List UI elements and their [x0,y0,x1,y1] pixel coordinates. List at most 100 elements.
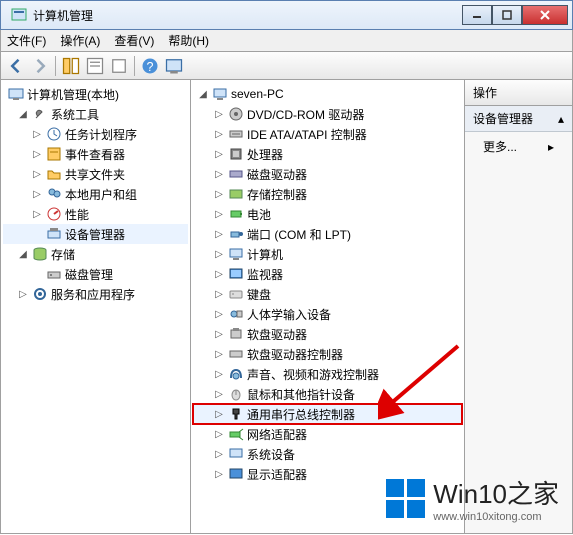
actions-subheader[interactable]: 设备管理器 ▴ [465,106,572,132]
device-label: 存储控制器 [247,186,307,203]
device-item[interactable]: ▷声音、视频和游戏控制器 [193,364,462,384]
device-icon [228,406,244,422]
device-item[interactable]: ▷磁盘驱动器 [193,164,462,184]
users-icon [46,186,62,202]
device-item[interactable]: ▷ 软盘驱动器 [193,324,462,344]
device-icon [228,346,244,362]
device-item[interactable]: ▷人体学输入设备 [193,304,462,324]
properties-button[interactable] [84,55,106,77]
device-item[interactable]: ▷ 存储控制器 [193,184,462,204]
minimize-button[interactable] [462,5,492,25]
expand-icon[interactable]: ▷ [213,129,225,140]
device-item[interactable]: ▷ 处理器 [193,144,462,164]
tree-services[interactable]: ▷ 服务和应用程序 [3,284,188,304]
expand-icon[interactable]: ▷ [31,129,43,140]
expand-icon[interactable]: ◢ [17,109,29,120]
device-icon [228,226,244,242]
maximize-button[interactable] [492,5,522,25]
device-root[interactable]: ◢ seven-PC [193,84,462,104]
device-item[interactable]: ▷键盘 [193,284,462,304]
device-item[interactable]: ▷ 软盘驱动器控制器 [193,344,462,364]
device-label: 网络适配器 [247,426,307,443]
expand-icon[interactable]: ▷ [17,289,29,300]
device-label: DVD/CD-ROM 驱动器 [247,106,364,123]
expand-icon[interactable]: ◢ [197,89,209,100]
expand-icon[interactable]: ▷ [213,349,225,360]
export-button[interactable] [108,55,130,77]
tree-disk-management[interactable]: 磁盘管理 [3,264,188,284]
tree-root[interactable]: 计算机管理(本地) [3,84,188,104]
actions-pane: 操作 设备管理器 ▴ 更多... ▸ [465,80,572,533]
expand-icon[interactable]: ▷ [213,469,225,480]
expand-icon[interactable]: ▷ [213,429,225,440]
storage-icon [32,246,48,262]
device-item[interactable]: ▷系统设备 [193,444,462,464]
device-tree-pane[interactable]: ◢ seven-PC ▷ DVD/CD-ROM 驱动器▷IDE ATA/ATAPI… [191,80,465,533]
expand-icon[interactable]: ▷ [213,209,225,220]
device-item[interactable]: ▷IDE ATA/ATAPI 控制器 [193,124,462,144]
expand-icon[interactable]: ▷ [213,249,225,260]
expand-icon[interactable]: ▷ [213,109,225,120]
refresh-button[interactable] [163,55,185,77]
expand-icon[interactable]: ▷ [213,409,225,420]
device-item[interactable]: ▷计算机 [193,244,462,264]
actions-more[interactable]: 更多... ▸ [465,132,572,161]
watermark: Win10之家 www.win10xitong.com [386,474,559,523]
separator [134,56,135,76]
tree-device-manager[interactable]: 设备管理器 [3,224,188,244]
window-buttons [462,5,568,25]
menu-help[interactable]: 帮助(H) [168,32,209,49]
expand-icon[interactable]: ▷ [213,449,225,460]
expand-icon[interactable]: ▷ [213,149,225,160]
device-item[interactable]: ▷监视器 [193,264,462,284]
tree-task-scheduler[interactable]: ▷ 任务计划程序 [3,124,188,144]
computer-icon [212,86,228,102]
tree-storage[interactable]: ◢ 存储 [3,244,188,264]
toolbar: ? [0,52,573,80]
expand-icon[interactable]: ▷ [213,329,225,340]
expand-icon[interactable]: ▷ [213,189,225,200]
tree-shared-folders[interactable]: ▷ 共享文件夹 [3,164,188,184]
device-icon [228,386,244,402]
expand-icon[interactable]: ▷ [31,209,43,220]
expand-icon[interactable]: ▷ [31,169,43,180]
close-button[interactable] [522,5,568,25]
tree-performance[interactable]: ▷ 性能 [3,204,188,224]
svg-text:?: ? [147,60,154,74]
menu-action[interactable]: 操作(A) [60,32,100,49]
show-hide-tree-button[interactable] [60,55,82,77]
device-item[interactable]: ▷ 网络适配器 [193,424,462,444]
expand-icon[interactable]: ▷ [31,189,43,200]
left-tree-pane[interactable]: 计算机管理(本地) ◢ 系统工具 ▷ 任务计划程序 ▷ 事件查看器 ▷ 共享文件… [1,80,191,533]
expand-icon[interactable]: ▷ [213,169,225,180]
forward-button[interactable] [29,55,51,77]
device-label: 软盘驱动器控制器 [247,346,343,363]
expand-icon[interactable]: ▷ [213,389,225,400]
tree-system-tools[interactable]: ◢ 系统工具 [3,104,188,124]
device-item[interactable]: ▷ 电池 [193,204,462,224]
menu-file[interactable]: 文件(F) [7,32,46,49]
tree-local-users[interactable]: ▷ 本地用户和组 [3,184,188,204]
expand-icon[interactable]: ▷ [213,229,225,240]
device-item[interactable]: ▷通用串行总线控制器 [193,404,462,424]
expand-icon[interactable]: ◢ [17,249,29,260]
tree-event-viewer[interactable]: ▷ 事件查看器 [3,144,188,164]
device-item[interactable]: ▷ DVD/CD-ROM 驱动器 [193,104,462,124]
expand-icon[interactable]: ▷ [213,269,225,280]
performance-icon [46,206,62,222]
expand-icon[interactable]: ▷ [213,369,225,380]
help-button[interactable]: ? [139,55,161,77]
expand-icon[interactable]: ▷ [213,309,225,320]
device-label: 电池 [247,206,271,223]
device-label: 处理器 [247,146,283,163]
device-icon [228,326,244,342]
device-item[interactable]: ▷端口 (COM 和 LPT) [193,224,462,244]
expand-icon[interactable]: ▷ [213,289,225,300]
back-button[interactable] [5,55,27,77]
device-icon [228,146,244,162]
expand-icon[interactable]: ▷ [31,149,43,160]
menu-view[interactable]: 查看(V) [114,32,154,49]
windows-logo-icon [386,479,425,518]
device-item[interactable]: ▷鼠标和其他指针设备 [193,384,462,404]
device-label: 软盘驱动器 [247,326,307,343]
